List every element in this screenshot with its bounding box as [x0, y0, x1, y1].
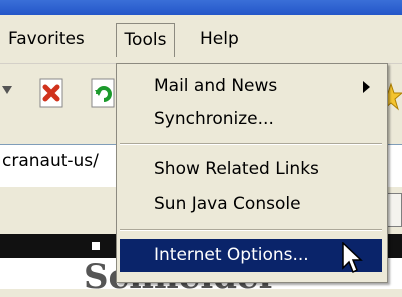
menu-help[interactable]: Help: [190, 23, 249, 56]
menu-item-label: Mail and News: [154, 76, 278, 96]
menu-item-sun-java-console[interactable]: Sun Java Console: [120, 188, 382, 221]
submenu-arrow-icon: [363, 81, 370, 93]
menu-item-label: Synchronize...: [154, 109, 274, 129]
menu-separator: [120, 143, 382, 145]
window-titlebar: [0, 0, 402, 15]
menu-item-label: Sun Java Console: [154, 194, 301, 214]
menu-item-mail-and-news[interactable]: Mail and News: [120, 70, 382, 103]
menu-item-label: Show Related Links: [154, 159, 319, 179]
refresh-icon[interactable]: [86, 76, 120, 110]
menu-item-synchronize[interactable]: Synchronize...: [120, 103, 382, 136]
menu-tools[interactable]: Tools: [116, 23, 175, 57]
menu-item-label: Internet Options...: [154, 245, 309, 265]
bullet-square-icon: [92, 242, 100, 250]
address-text: cranaut-us/: [2, 151, 99, 171]
back-dropdown-arrow-icon[interactable]: [2, 86, 12, 94]
stop-icon[interactable]: [34, 76, 68, 110]
menu-bar: Favorites Tools Help: [0, 15, 402, 64]
mouse-pointer-icon: [342, 241, 364, 281]
menu-favorites[interactable]: Favorites: [0, 23, 95, 56]
menu-item-show-related-links[interactable]: Show Related Links: [120, 153, 382, 186]
menu-separator: [120, 229, 382, 231]
